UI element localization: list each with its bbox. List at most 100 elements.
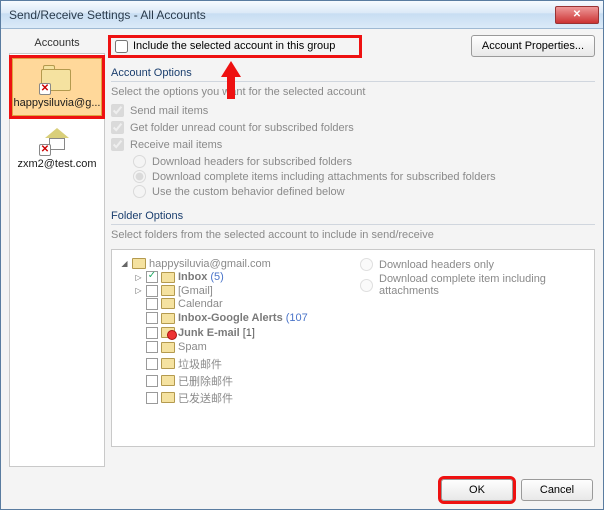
- tree-item[interactable]: 已发送邮件: [134, 390, 233, 406]
- tree-item[interactable]: Spam: [134, 341, 207, 353]
- tree-item[interactable]: ▷ [Gmail]: [134, 285, 213, 297]
- tree-checkbox[interactable]: [146, 327, 158, 339]
- tree-count: (107: [286, 312, 308, 324]
- receive-mail-checkbox[interactable]: [111, 138, 124, 151]
- spacer: [134, 343, 143, 352]
- account-options-title: Account Options: [111, 67, 595, 82]
- radio-headers-input[interactable]: [133, 155, 146, 168]
- x-overlay-icon: ✕: [39, 144, 51, 156]
- tree-checkbox[interactable]: [146, 312, 158, 324]
- folder-options-area: ◢ happysiluvia@gmail.com ▷ Inbox (5) ▷ [Gma…: [111, 249, 595, 447]
- junk-folder-icon: [161, 327, 175, 338]
- account-label: happysiluvia@g...: [14, 97, 101, 109]
- tree-label: Inbox-Google Alerts: [178, 312, 283, 324]
- folder-icon: [161, 272, 175, 283]
- tree-count: (5): [210, 271, 223, 283]
- dl-headers-only[interactable]: Download headers only: [360, 258, 588, 271]
- tree-item[interactable]: 垃圾邮件: [134, 356, 222, 372]
- tree-label: 垃圾邮件: [178, 356, 222, 372]
- spacer: [134, 299, 143, 308]
- folder-icon: ✕: [39, 65, 75, 95]
- spacer: [134, 359, 143, 368]
- tree-item[interactable]: 已删除邮件: [134, 373, 233, 389]
- radio-headers[interactable]: Download headers for subscribed folders: [133, 155, 595, 168]
- tree-item[interactable]: Junk E-mail [1]: [134, 327, 255, 339]
- tree-count: [1]: [243, 327, 255, 339]
- spacer: [134, 314, 143, 323]
- tree-root[interactable]: ◢ happysiluvia@gmail.com: [120, 258, 271, 270]
- tree-checkbox[interactable]: [146, 375, 158, 387]
- account-label: zxm2@test.com: [17, 158, 96, 170]
- radio-complete[interactable]: Download complete items including attach…: [133, 170, 595, 183]
- folder-icon: [161, 313, 175, 324]
- tree-checkbox[interactable]: [146, 392, 158, 404]
- radio-custom-input[interactable]: [133, 185, 146, 198]
- accounts-list: ✕ happysiluvia@g... ✕ zxm2@test.com: [9, 53, 105, 467]
- folder-icon: [132, 258, 146, 269]
- dl-headers-radio[interactable]: [360, 258, 373, 271]
- accounts-panel: Accounts ✕ happysiluvia@g... ✕ zxm2@test…: [9, 35, 105, 467]
- spacer: [134, 328, 143, 337]
- download-behavior-group: Download headers for subscribed folders …: [133, 153, 595, 200]
- close-icon: ✕: [573, 9, 581, 20]
- window-title: Send/Receive Settings - All Accounts: [9, 8, 555, 22]
- download-options: Download headers only Download complete …: [360, 256, 588, 440]
- expand-icon[interactable]: ▷: [134, 273, 143, 282]
- tree-label: [Gmail]: [178, 285, 213, 297]
- folder-tree[interactable]: ◢ happysiluvia@gmail.com ▷ Inbox (5) ▷ [Gma…: [118, 256, 348, 440]
- account-item-1[interactable]: ✕ happysiluvia@g...: [12, 58, 102, 116]
- tree-label: Calendar: [178, 298, 223, 310]
- send-mail-option[interactable]: Send mail items: [111, 104, 595, 117]
- tree-checkbox[interactable]: [146, 271, 158, 283]
- receive-mail-option[interactable]: Receive mail items: [111, 138, 595, 151]
- dl-complete[interactable]: Download complete item including attachm…: [360, 273, 588, 297]
- tree-label: 已删除邮件: [178, 373, 233, 389]
- radio-complete-input[interactable]: [133, 170, 146, 183]
- main-panel: Include the selected account in this gro…: [111, 35, 595, 467]
- cancel-button[interactable]: Cancel: [521, 479, 593, 501]
- radio-custom[interactable]: Use the custom behavior defined below: [133, 185, 595, 198]
- tree-label: Spam: [178, 341, 207, 353]
- send-mail-checkbox[interactable]: [111, 104, 124, 117]
- collapse-icon[interactable]: ◢: [120, 259, 129, 268]
- account-options-hint: Select the options you want for the sele…: [111, 86, 595, 98]
- include-checkbox-row[interactable]: Include the selected account in this gro…: [111, 38, 359, 55]
- tree-label: Inbox: [178, 271, 207, 283]
- accounts-header: Accounts: [9, 35, 105, 53]
- close-button[interactable]: ✕: [555, 6, 599, 24]
- folder-icon: [161, 375, 175, 386]
- folder-options-hint: Select folders from the selected account…: [111, 229, 595, 241]
- tree-checkbox[interactable]: [146, 358, 158, 370]
- account-item-2[interactable]: ✕ zxm2@test.com: [12, 120, 102, 176]
- tree-label: Junk E-mail: [178, 327, 240, 339]
- folder-icon: [161, 298, 175, 309]
- folder-icon: [161, 392, 175, 403]
- house-icon: ✕: [39, 126, 75, 156]
- dl-complete-radio[interactable]: [360, 279, 373, 292]
- folder-unread-option[interactable]: Get folder unread count for subscribed f…: [111, 121, 595, 134]
- annotation-arrow-stem: [227, 75, 235, 99]
- dialog-window: Send/Receive Settings - All Accounts ✕ A…: [0, 0, 604, 510]
- account-properties-button[interactable]: Account Properties...: [471, 35, 595, 57]
- expand-icon[interactable]: ▷: [134, 286, 143, 295]
- dialog-footer: OK Cancel: [1, 473, 603, 509]
- spacer: [134, 376, 143, 385]
- tree-checkbox[interactable]: [146, 298, 158, 310]
- tree-item[interactable]: Inbox-Google Alerts (107: [134, 312, 308, 324]
- folder-icon: [161, 358, 175, 369]
- tree-item[interactable]: Calendar: [134, 298, 223, 310]
- tree-checkbox[interactable]: [146, 285, 158, 297]
- titlebar[interactable]: Send/Receive Settings - All Accounts ✕: [1, 1, 603, 29]
- include-label: Include the selected account in this gro…: [133, 40, 335, 52]
- folder-options-title: Folder Options: [111, 210, 595, 225]
- tree-item[interactable]: ▷ Inbox (5): [134, 271, 224, 283]
- ok-button[interactable]: OK: [441, 479, 513, 501]
- spacer: [134, 393, 143, 402]
- folder-icon: [161, 285, 175, 296]
- include-checkbox[interactable]: [115, 40, 128, 53]
- folder-unread-checkbox[interactable]: [111, 121, 124, 134]
- x-overlay-icon: ✕: [39, 83, 51, 95]
- folder-icon: [161, 342, 175, 353]
- tree-checkbox[interactable]: [146, 341, 158, 353]
- tree-label: 已发送邮件: [178, 390, 233, 406]
